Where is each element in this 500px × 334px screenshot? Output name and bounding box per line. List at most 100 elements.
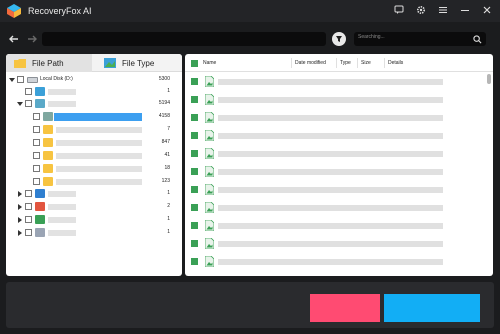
row-checkbox[interactable]	[191, 240, 198, 247]
filter-button[interactable]	[332, 32, 346, 46]
expand-arrow-icon[interactable]	[18, 217, 22, 223]
tree-item[interactable]: 1	[6, 86, 182, 98]
expand-arrow-icon[interactable]	[18, 204, 22, 210]
feedback-icon[interactable]	[392, 3, 406, 17]
row-checkbox[interactable]	[191, 186, 198, 193]
expand-arrow-icon[interactable]	[18, 191, 22, 197]
collapse-arrow-icon[interactable]	[17, 102, 23, 106]
tree-item[interactable]: 7	[6, 124, 182, 136]
select-all-checkbox[interactable]	[191, 60, 198, 67]
minimize-icon[interactable]	[458, 3, 472, 17]
file-row[interactable]	[185, 146, 485, 160]
file-row[interactable]	[185, 236, 485, 250]
file-row[interactable]	[185, 182, 485, 196]
tree-item[interactable]: 2	[6, 201, 182, 213]
scroll-thumb[interactable]	[487, 74, 491, 84]
gear-icon[interactable]	[414, 3, 428, 17]
forward-arrow-icon[interactable]	[24, 31, 40, 47]
tab-file-path[interactable]: File Path	[6, 54, 92, 72]
scrollbar[interactable]	[487, 74, 491, 274]
tree-checkbox[interactable]	[33, 113, 40, 120]
tab-file-type[interactable]: File Type	[96, 54, 182, 72]
row-checkbox[interactable]	[191, 114, 198, 121]
tree-checkbox[interactable]	[33, 152, 40, 159]
collapse-arrow-icon[interactable]	[9, 78, 15, 82]
column-size[interactable]: Size	[361, 60, 371, 66]
tree-checkbox[interactable]	[25, 229, 32, 236]
tree-item[interactable]: 5194	[6, 98, 182, 110]
tree-checkbox[interactable]	[25, 100, 32, 107]
column-name[interactable]: Name	[203, 60, 216, 66]
tree-item[interactable]: 1	[6, 214, 182, 226]
close-icon[interactable]	[480, 3, 494, 17]
tree-checkbox[interactable]	[33, 126, 40, 133]
column-divider[interactable]	[291, 58, 292, 68]
folder-tree-panel: File Path File Type Local Disk (D:) 5300…	[6, 54, 182, 276]
file-name	[218, 79, 443, 85]
file-name	[218, 151, 443, 157]
image-file-icon	[205, 220, 214, 231]
file-row[interactable]	[185, 128, 485, 142]
tab-file-path-label: File Path	[32, 58, 64, 68]
row-checkbox[interactable]	[191, 132, 198, 139]
file-name	[218, 115, 443, 121]
row-checkbox[interactable]	[191, 258, 198, 265]
expand-arrow-icon[interactable]	[18, 230, 22, 236]
file-row[interactable]	[185, 110, 485, 124]
row-checkbox[interactable]	[191, 78, 198, 85]
tree-item-selected[interactable]: 4158	[6, 111, 182, 123]
tree-item[interactable]: 1	[6, 227, 182, 239]
blue-action-button[interactable]	[384, 294, 480, 322]
file-name	[218, 259, 443, 265]
tree-item-name	[48, 230, 76, 236]
tree-item[interactable]: 123	[6, 176, 182, 188]
tree-checkbox[interactable]	[25, 216, 32, 223]
column-divider[interactable]	[336, 58, 337, 68]
file-row[interactable]	[185, 92, 485, 106]
search-input[interactable]: Searching...	[354, 32, 486, 46]
tree-item[interactable]: 18	[6, 163, 182, 175]
file-row[interactable]	[185, 164, 485, 178]
tree-item[interactable]: 847	[6, 137, 182, 149]
tree-checkbox[interactable]	[17, 76, 24, 83]
image-file-icon	[205, 76, 214, 87]
back-arrow-icon[interactable]	[6, 31, 22, 47]
tree-item-name	[56, 127, 142, 133]
tree-item-root[interactable]: Local Disk (D:) 5300	[6, 74, 182, 86]
pink-action-button[interactable]	[310, 294, 380, 322]
tree-item[interactable]: 41	[6, 150, 182, 162]
row-checkbox[interactable]	[191, 168, 198, 175]
tree-checkbox[interactable]	[33, 178, 40, 185]
row-checkbox[interactable]	[191, 96, 198, 103]
tree-checkbox[interactable]	[25, 203, 32, 210]
column-details[interactable]: Details	[388, 60, 403, 66]
path-input[interactable]	[42, 32, 326, 46]
tree-item[interactable]: 1	[6, 188, 182, 200]
file-row[interactable]	[185, 218, 485, 232]
tree-checkbox[interactable]	[25, 88, 32, 95]
tree-checkbox[interactable]	[33, 165, 40, 172]
tree-checkbox[interactable]	[25, 190, 32, 197]
folder-icon	[43, 138, 53, 147]
column-type[interactable]: Type	[340, 60, 351, 66]
file-row[interactable]	[185, 254, 485, 268]
file-row[interactable]	[185, 200, 485, 214]
folder-icon	[43, 151, 53, 160]
row-checkbox[interactable]	[191, 222, 198, 229]
column-divider[interactable]	[384, 58, 385, 68]
file-row[interactable]	[185, 74, 485, 88]
column-date-modified[interactable]: Date modified	[295, 60, 326, 66]
tree-checkbox[interactable]	[33, 139, 40, 146]
app-title: RecoveryFox AI	[28, 6, 92, 16]
image-file-icon	[205, 112, 214, 123]
image-file-icon	[205, 256, 214, 267]
column-divider[interactable]	[357, 58, 358, 68]
search-icon[interactable]	[473, 35, 482, 44]
filter-icon	[336, 36, 342, 42]
row-checkbox[interactable]	[191, 204, 198, 211]
tree-item-name	[54, 113, 142, 121]
menu-icon[interactable]	[436, 3, 450, 17]
tree-item-count: 7	[167, 126, 170, 132]
row-checkbox[interactable]	[191, 150, 198, 157]
tree-item-name	[48, 191, 76, 197]
